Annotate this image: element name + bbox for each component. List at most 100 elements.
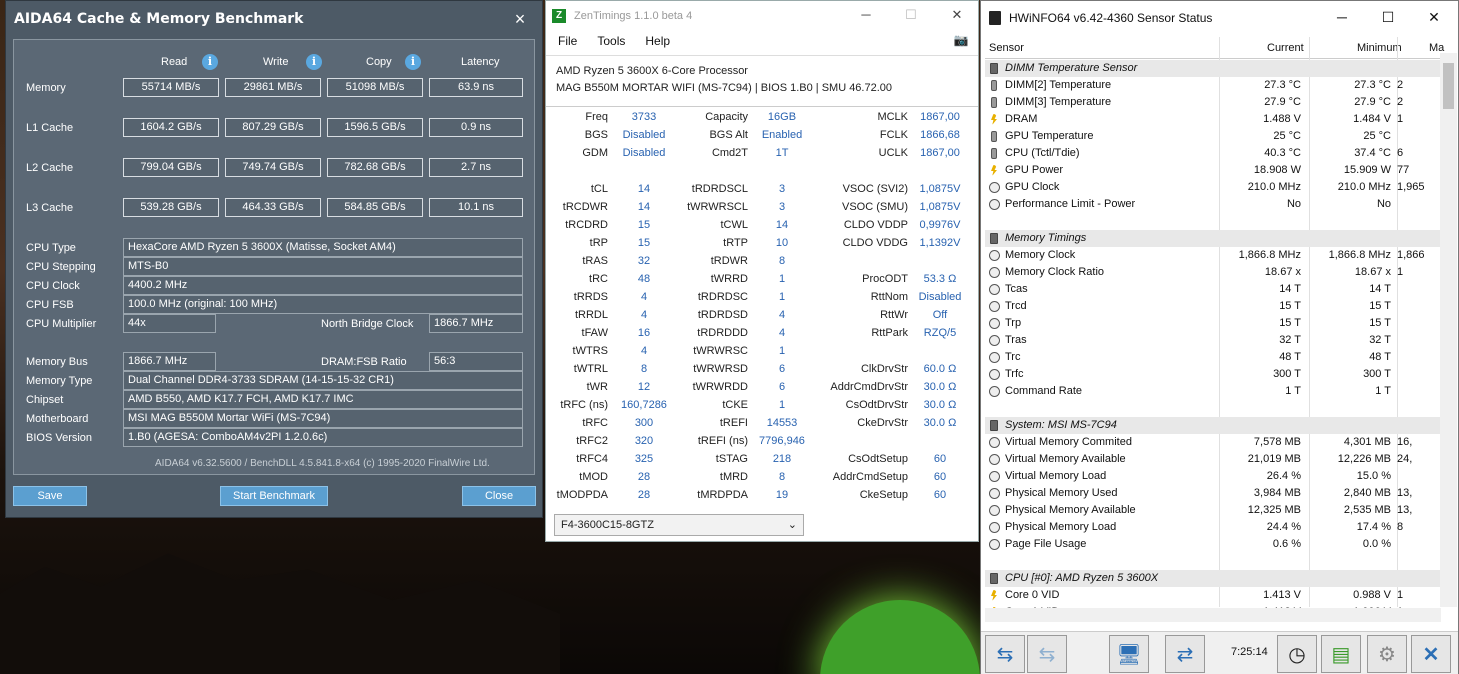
- sensor-row[interactable]: Trcd 15 T 15 T: [985, 298, 1441, 315]
- l2-latency: 2.7 ns: [429, 158, 523, 177]
- sensor-row[interactable]: Virtual Memory Load 26.4 % 15.0 %: [985, 468, 1441, 485]
- minimum-value: 300 T: [1363, 368, 1391, 380]
- sensor-row[interactable]: Virtual Memory Available 21,019 MB 12,226 …: [985, 451, 1441, 468]
- mobo-label: Motherboard: [26, 413, 89, 425]
- sensor-row[interactable]: Trfc 300 T 300 T: [985, 366, 1441, 383]
- monitor-search-icon[interactable]: 🖥: [1109, 635, 1149, 673]
- sensor-group-header[interactable]: DIMM Temperature Sensor: [985, 60, 1441, 77]
- close-icon[interactable]: ×: [506, 9, 534, 30]
- horizontal-scrollbar[interactable]: [985, 608, 1441, 622]
- bios-value: 1.B0 (AGESA: ComboAM4v2PI 1.2.0.6c): [123, 428, 523, 447]
- current-value: 32 T: [1279, 334, 1301, 346]
- clock-gauge-icon: [989, 488, 1000, 499]
- read-info-icon[interactable]: i: [202, 54, 218, 70]
- add-report-icon[interactable]: ▤: [1321, 635, 1361, 673]
- col-current[interactable]: Current: [1267, 42, 1304, 54]
- maximize-icon[interactable]: ☐: [896, 7, 926, 23]
- timing-value: 28: [637, 489, 651, 501]
- camera-icon[interactable]: 📷: [946, 33, 976, 47]
- minimize-icon[interactable]: ─: [851, 7, 881, 22]
- memory-module-select[interactable]: F4-3600C15-8GTZ ⌄: [554, 514, 804, 536]
- menu-help[interactable]: Help: [645, 34, 670, 48]
- start-benchmark-button[interactable]: Start Benchmark: [220, 486, 328, 506]
- save-button[interactable]: Save: [13, 486, 87, 506]
- settings-gear-icon[interactable]: ⚙: [1367, 635, 1407, 673]
- sensor-row[interactable]: DRAM 1.488 V 1.484 V 1: [985, 111, 1441, 128]
- close-x-icon[interactable]: ✕: [1411, 635, 1451, 673]
- sensor-row[interactable]: GPU Temperature 25 °C 25 °C: [985, 128, 1441, 145]
- maximum-value: 24,: [1397, 453, 1413, 465]
- timing-label: tWTRL: [573, 363, 608, 375]
- sensor-group-header[interactable]: Memory Timings: [985, 230, 1441, 247]
- col-sensor[interactable]: Sensor: [989, 42, 1024, 54]
- timing-value: 4: [778, 309, 786, 321]
- close-icon[interactable]: ✕: [942, 7, 972, 23]
- current-value: 40.3 °C: [1264, 147, 1301, 159]
- sensor-name: Tcas: [1005, 283, 1028, 295]
- l2-write: 749.74 GB/s: [225, 158, 321, 177]
- scrollbar-thumb[interactable]: [1443, 63, 1454, 109]
- sensor-row[interactable]: Performance Limit - Power No No: [985, 196, 1441, 213]
- mem-type-label: Memory Type: [26, 375, 93, 387]
- sensor-row[interactable]: Memory Clock 1,866.8 MHz 1,866.8 MHz 1,866: [985, 247, 1441, 264]
- sensor-row[interactable]: Physical Memory Load 24.4 % 17.4 % 8: [985, 519, 1441, 536]
- sensor-row[interactable]: Trc 48 T 48 T: [985, 349, 1441, 366]
- close-button[interactable]: Close: [462, 486, 536, 506]
- mem-bus-value: 1866.7 MHz: [123, 352, 216, 371]
- sensor-row[interactable]: Tras 32 T 32 T: [985, 332, 1441, 349]
- timing-label: Freq: [585, 111, 608, 123]
- sensor-row[interactable]: Page File Usage 0.6 % 0.0 %: [985, 536, 1441, 553]
- arrows-lr-disabled-icon[interactable]: ⇆: [1027, 635, 1067, 673]
- maximum-value: 2: [1397, 96, 1404, 108]
- hwinfo-title: HWiNFO64 v6.42-4360 Sensor Status: [1009, 11, 1213, 25]
- sensor-row[interactable]: Core 0 VID 1.413 V 0.988 V 1: [985, 587, 1441, 604]
- sensor-row[interactable]: Memory Clock Ratio 18.67 x 18.67 x 1: [985, 264, 1441, 281]
- sensor-group-header[interactable]: System: MSI MS-7C94: [985, 417, 1441, 434]
- sensor-row[interactable]: Command Rate 1 T 1 T: [985, 383, 1441, 400]
- sensor-row[interactable]: GPU Power 18.908 W 15.909 W 77: [985, 162, 1441, 179]
- maximum-value: 13,: [1397, 504, 1413, 516]
- l3-latency: 10.1 ns: [429, 198, 523, 217]
- sensor-row[interactable]: CPU (Tctl/Tdie) 40.3 °C 37.4 °C 6: [985, 145, 1441, 162]
- minimum-value: 48 T: [1369, 351, 1391, 363]
- sensor-row[interactable]: DIMM[2] Temperature 27.3 °C 27.3 °C 2: [985, 77, 1441, 94]
- sensor-row[interactable]: GPU Clock 210.0 MHz 210.0 MHz 1,965: [985, 179, 1441, 196]
- network-icon[interactable]: ⇄: [1165, 635, 1205, 673]
- sensor-row[interactable]: Trp 15 T 15 T: [985, 315, 1441, 332]
- timing-value: 3733: [631, 111, 657, 123]
- sensor-row[interactable]: Physical Memory Used 3,984 MB 2,840 MB 13,: [985, 485, 1441, 502]
- mountain-silhouette: [0, 553, 560, 674]
- menu-tools[interactable]: Tools: [597, 34, 625, 48]
- sensor-row[interactable]: Physical Memory Available 12,325 MB 2,535 …: [985, 502, 1441, 519]
- arrows-lr-icon[interactable]: ⇆: [985, 635, 1025, 673]
- copy-info-icon[interactable]: i: [405, 54, 421, 70]
- maximum-value: 13,: [1397, 487, 1413, 499]
- sensor-row[interactable]: DIMM[3] Temperature 27.9 °C 27.9 °C 2: [985, 94, 1441, 111]
- sensor-name: Trfc: [1005, 368, 1024, 380]
- sensor-row[interactable]: Tcas 14 T 14 T: [985, 281, 1441, 298]
- col-minimum[interactable]: Minimum: [1357, 42, 1402, 54]
- minimum-value: 18.67 x: [1354, 266, 1391, 278]
- timing-value: 1,1392V: [919, 237, 961, 249]
- timing-label: tRDRDSC: [697, 291, 748, 303]
- timing-label: BGS: [584, 129, 608, 141]
- sensor-name: Core 0 VID: [1005, 589, 1060, 601]
- clock-icon[interactable]: ◷: [1277, 635, 1317, 673]
- maximum-value: 16,: [1397, 436, 1413, 448]
- timing-label: tRRDL: [574, 309, 608, 321]
- write-info-icon[interactable]: i: [306, 54, 322, 70]
- minimize-icon[interactable]: ─: [1327, 9, 1357, 25]
- timing-value: 7796,946: [759, 435, 805, 447]
- sensor-row[interactable]: Virtual Memory Commited 7,578 MB 4,301 MB 1…: [985, 434, 1441, 451]
- maximize-icon[interactable]: ☐: [1373, 9, 1403, 26]
- vertical-scrollbar[interactable]: [1440, 53, 1457, 607]
- timing-value: 1,0875V: [919, 183, 961, 195]
- current-value: 25 °C: [1273, 130, 1301, 142]
- minimum-value: 1 T: [1375, 385, 1391, 397]
- timing-label: tRTP: [723, 237, 748, 249]
- timing-value: RZQ/5: [923, 327, 957, 339]
- menu-file[interactable]: File: [558, 34, 577, 48]
- close-icon[interactable]: ✕: [1419, 9, 1449, 26]
- sensor-group-header[interactable]: CPU [#0]: AMD Ryzen 5 3600X: [985, 570, 1441, 587]
- current-value: 27.3 °C: [1264, 79, 1301, 91]
